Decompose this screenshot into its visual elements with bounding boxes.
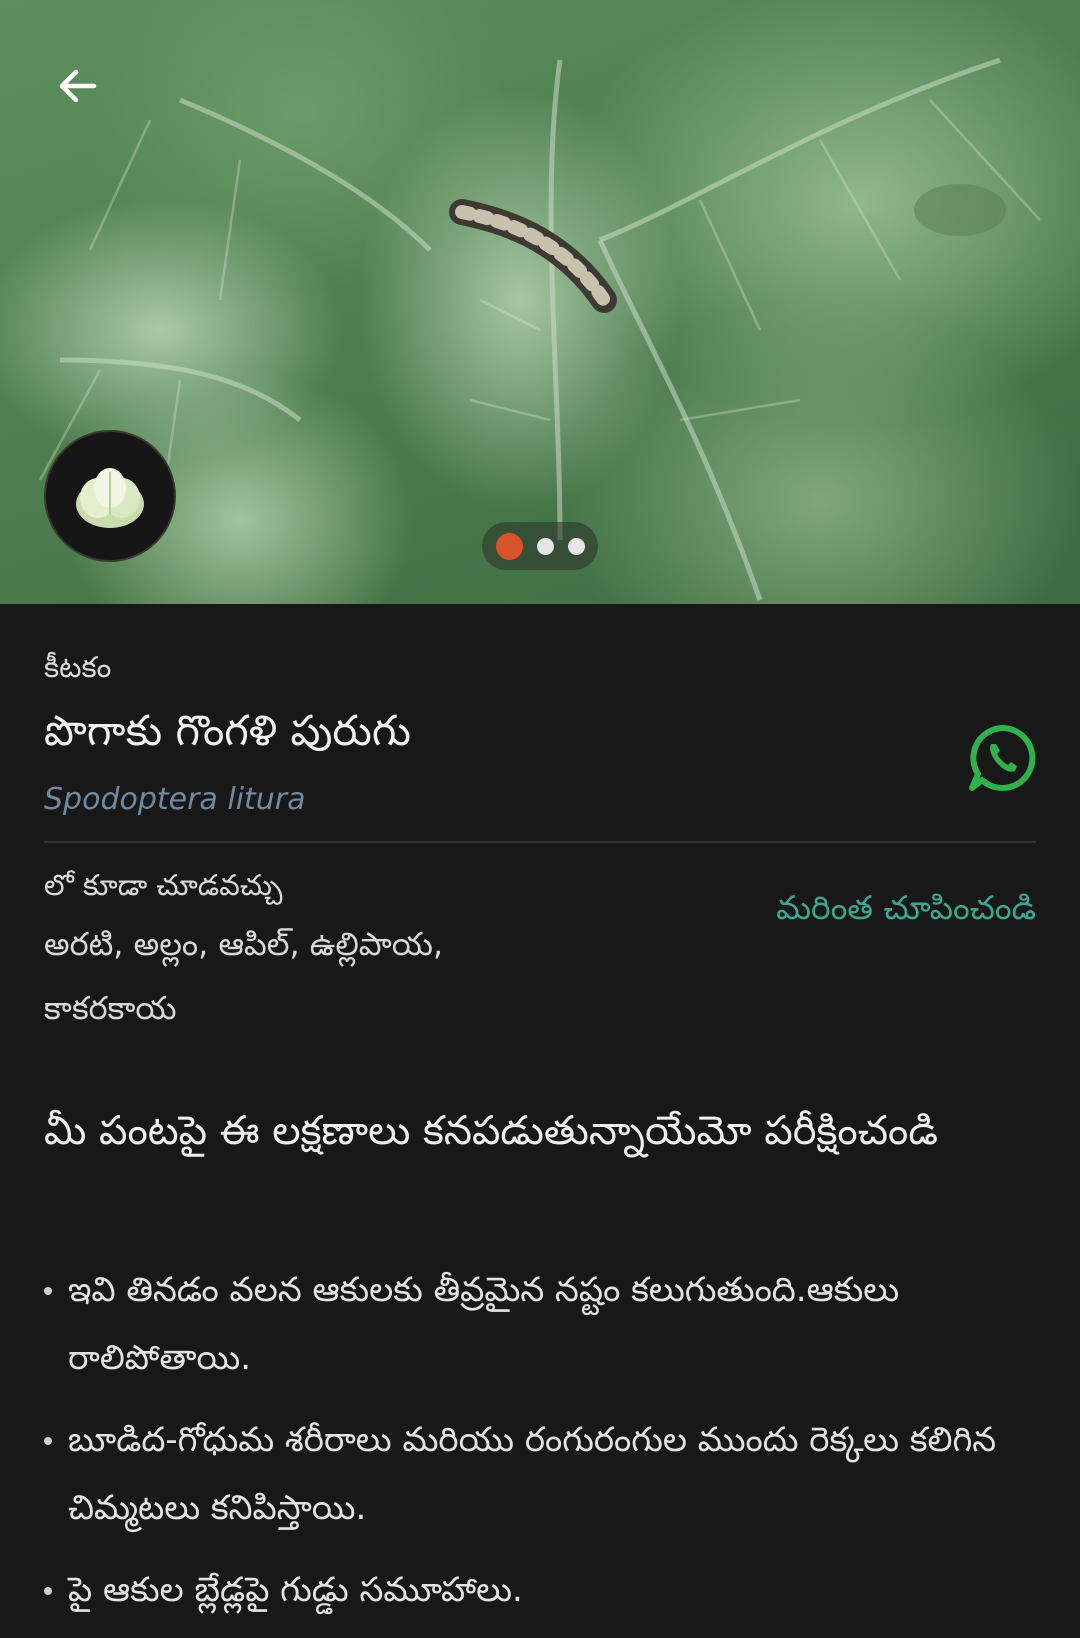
symptoms-list: ఇవి తినడం వలన ఆకులకు తీవ్రమైన నష్టం కలుగ… <box>44 1256 1034 1638</box>
symptoms-heading: మీ పంటపై ఈ లక్షణాలు కనపడుతున్నాయేమో పరీక… <box>44 1108 938 1154</box>
carousel-dot[interactable] <box>536 537 554 555</box>
whatsapp-share-button[interactable] <box>966 722 1038 794</box>
divider <box>44 841 1036 843</box>
carousel-dot-active[interactable] <box>495 532 523 560</box>
back-button[interactable] <box>40 48 116 124</box>
carousel-dot[interactable] <box>567 537 585 555</box>
pest-category: కీటకం <box>44 650 112 684</box>
show-more-link[interactable]: మరింత చూపించండి <box>776 888 1036 935</box>
carousel-indicator <box>482 522 598 570</box>
symptom-item: పై ఆకుల బ్లేడ్లపై గుడ్డు సమూహాలు. <box>44 1556 1034 1624</box>
caterpillar-icon <box>449 199 617 313</box>
cabbage-icon <box>76 468 144 528</box>
symptom-item: బూడిద-గోధుమ శరీరాలు మరియు రంగురంగుల ముంద… <box>44 1406 1034 1542</box>
pest-photo-carousel[interactable] <box>0 0 1080 604</box>
also-seen-crops: అరటి, అల్లం, ఆపిల్, ఉల్లిపాయ, కాకరకాయ <box>44 925 444 1027</box>
symptom-item: ఇవి తినడం వలన ఆకులకు తీవ్రమైన నష్టం కలుగ… <box>44 1256 1034 1392</box>
arrow-left-icon <box>59 69 97 103</box>
crop-badge <box>44 430 176 562</box>
also-seen-label: లో కూడా చూడవచ్చు <box>44 868 283 902</box>
scientific-name: Spodoptera litura <box>44 782 306 817</box>
whatsapp-icon <box>969 724 1036 791</box>
pest-name: పొగాకు గొంగళి పురుగు <box>44 706 411 755</box>
